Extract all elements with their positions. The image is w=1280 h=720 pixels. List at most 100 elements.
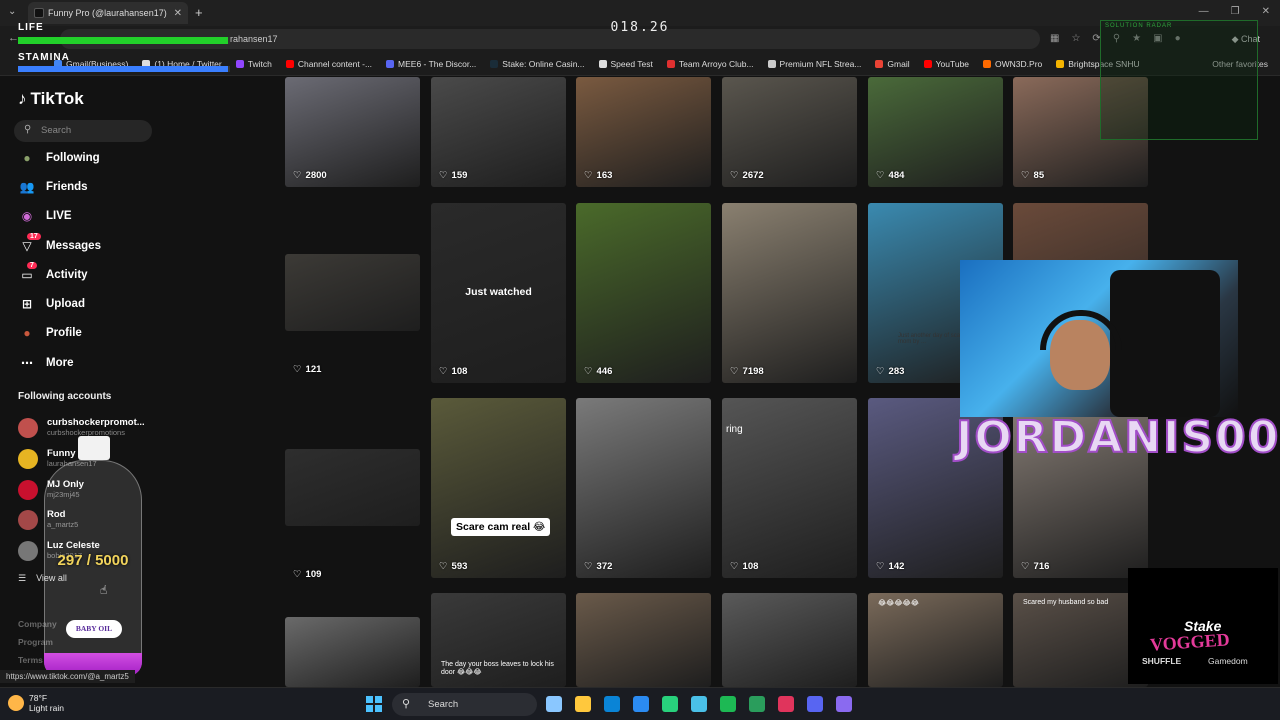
taskbar-app-icon[interactable] <box>575 696 591 712</box>
bookmark-label: Premium NFL Strea... <box>779 58 862 69</box>
nav-label: Following <box>46 151 100 164</box>
bookmark-label: Channel content -... <box>297 58 373 69</box>
bookmark-label: Gmail <box>887 58 910 69</box>
bookmark-item[interactable]: Stake: Online Casin... <box>490 58 585 69</box>
taskbar-app-icon[interactable] <box>691 696 707 712</box>
nav-label: LIVE <box>46 210 72 223</box>
bookmark-item[interactable]: Premium NFL Strea... <box>767 58 862 69</box>
taskbar-app-icon[interactable] <box>604 696 620 712</box>
close-window-icon[interactable]: ✕ <box>1262 6 1270 17</box>
bookmark-item[interactable]: OWN3D.Pro <box>983 59 1042 69</box>
bookmark-favicon-icon <box>598 59 607 68</box>
video-thumbnail[interactable]: ♡ 108 Just watched <box>431 203 566 383</box>
bookmark-item[interactable]: Gmail <box>875 58 910 69</box>
windows-start-icon[interactable] <box>366 696 382 712</box>
video-thumbnail[interactable]: ♡ 121 <box>285 254 420 375</box>
like-count: ♡ 593 <box>439 561 467 572</box>
video-thumbnail[interactable]: ♡ 372 <box>576 398 711 578</box>
video-thumbnail[interactable] <box>722 593 857 687</box>
taskbar-app-icon[interactable] <box>633 696 649 712</box>
like-number: 446 <box>596 366 613 377</box>
taskbar-search[interactable]: ⚲ Search <box>392 693 537 716</box>
life-label: LIFE <box>18 22 44 33</box>
game-timer: 018.26 <box>610 20 670 35</box>
bookmark-item[interactable]: Channel content -... <box>285 58 373 69</box>
like-count: ♡ 121 <box>293 364 321 375</box>
nav-label: Messages <box>46 239 101 252</box>
minimize-icon[interactable]: — <box>1199 6 1209 17</box>
following-accounts-title: Following accounts <box>18 391 112 402</box>
video-thumbnail[interactable]: ♡ 109 <box>285 449 420 580</box>
tab-menu-icon[interactable]: ⌄ <box>8 6 16 17</box>
bookmark-item[interactable]: MEE6 - The Discor... <box>386 59 476 69</box>
video-thumbnail[interactable]: ♡ 163 <box>576 77 711 187</box>
taskbar-search-icon: ⚲ <box>402 698 411 710</box>
bookmark-item[interactable]: Twitch <box>235 59 272 69</box>
video-thumbnail[interactable]: ♡ 7198 <box>722 203 857 383</box>
heart-icon: ♡ <box>1021 170 1030 181</box>
heart-icon: ♡ <box>730 561 739 572</box>
bookmark-label: MEE6 - The Discor... <box>398 58 477 69</box>
taskbar-app-icon[interactable] <box>546 696 562 712</box>
bookmark-item[interactable]: Team Arroyo Club... <box>666 59 754 69</box>
taskbar-app-icon[interactable] <box>662 696 678 712</box>
streamer-webcam <box>960 260 1238 417</box>
nav-item-more[interactable]: ⋯ More <box>18 348 218 377</box>
mouse-cursor-icon: ☝ <box>100 583 108 597</box>
search-input[interactable]: ⚲ Search <box>14 120 152 142</box>
bookmark-favicon-icon <box>767 59 776 68</box>
close-tab-icon[interactable]: ✕ <box>174 8 182 19</box>
video-thumbnail[interactable]: ♡ 484 <box>868 77 1003 187</box>
video-thumbnail[interactable]: ♡ 446 <box>576 203 711 383</box>
video-thumbnail[interactable]: ♡ 2672 <box>722 77 857 187</box>
radar-title: SOLUTION RADAR <box>1105 23 1173 29</box>
video-thumbnail[interactable]: 😂😂😂😂😂 <box>868 593 1003 687</box>
taskbar-app-icon[interactable] <box>807 696 823 712</box>
sponsor-vogged: VOGGED <box>1149 629 1231 655</box>
like-count: ♡ 2800 <box>293 170 327 181</box>
maximize-icon[interactable]: ❐ <box>1231 6 1240 17</box>
like-number: 108 <box>451 366 468 377</box>
tiktok-logo[interactable]: ♪ TikTok <box>18 89 84 109</box>
nav-item-live[interactable]: ◉ LIVE <box>18 202 218 231</box>
video-thumbnail[interactable]: ♡ 159 <box>431 77 566 187</box>
weather-widget[interactable]: 78°F Light rain <box>8 693 64 713</box>
video-thumbnail[interactable]: ♡ 2800 <box>285 77 420 187</box>
friends-icon: 👥 <box>19 179 35 194</box>
bottle-count: 297 / 5000 <box>57 552 129 569</box>
new-tab-icon[interactable]: + <box>195 5 203 20</box>
like-number: 121 <box>305 364 322 375</box>
bookmark-favicon-icon <box>923 59 932 68</box>
nav-item-following[interactable]: ● Following <box>18 143 218 172</box>
nav-item-friends[interactable]: 👥 Friends <box>18 172 218 201</box>
nav-label: Activity <box>46 268 88 281</box>
bookmark-item[interactable]: Speed Test <box>598 59 653 69</box>
video-thumbnail[interactable]: ♡ 593 Scare cam real 😂 <box>431 398 566 578</box>
video-thumbnail[interactable] <box>285 617 420 687</box>
like-count: ♡ 716 <box>1021 561 1049 572</box>
account-avatar <box>18 449 38 470</box>
nav-item-profile[interactable]: ● Profile <box>18 319 218 348</box>
heart-icon: ♡ <box>584 366 593 377</box>
account-name: curbshockerpromot... <box>47 418 145 429</box>
bookmark-label: YouTube <box>935 58 970 69</box>
nav-item-upload[interactable]: ⊞ Upload <box>18 289 218 318</box>
heart-icon: ♡ <box>876 170 885 181</box>
bookmark-favicon-icon <box>285 59 294 68</box>
video-thumbnail[interactable] <box>576 593 711 687</box>
nav-label: Upload <box>46 298 85 311</box>
taskbar-app-icon[interactable] <box>836 696 852 712</box>
video-thumbnail[interactable]: ♡ 108 ring <box>722 398 857 578</box>
taskbar-app-icon[interactable] <box>720 696 736 712</box>
video-thumbnail[interactable]: The day your boss leaves to lock his doo… <box>431 593 566 687</box>
bookmark-item[interactable]: YouTube <box>923 58 970 69</box>
nav-item-activity[interactable]: ▭ 7 Activity <box>18 260 218 289</box>
nav-item-messages[interactable]: ▽ 17 Messages <box>18 231 218 260</box>
nav-label: Profile <box>46 327 82 340</box>
taskbar-app-icon[interactable] <box>778 696 794 712</box>
taskbar-app-icon[interactable] <box>749 696 765 712</box>
favorite-star-icon[interactable]: ☆ <box>1071 33 1080 44</box>
split-view-icon[interactable]: ▦ <box>1050 33 1059 44</box>
stamina-bar-fill <box>18 66 228 72</box>
bookmark-label: Stake: Online Casin... <box>502 58 585 69</box>
